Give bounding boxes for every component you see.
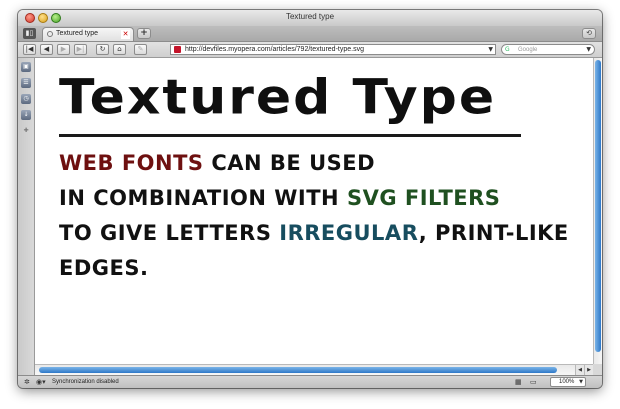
line-1-rest: can be used (203, 151, 376, 175)
window-title: Textured type (285, 12, 335, 21)
page-content: Textured Type Web fonts can be used in c… (35, 58, 593, 364)
zoom-selector[interactable]: 100% ▼ (550, 377, 586, 387)
sidebar-item-notes[interactable]: ☰ (21, 78, 31, 88)
site-icon (174, 46, 181, 53)
highlight-svg-filters: SVG filters (346, 186, 501, 210)
reload-icon: ↻ (99, 45, 106, 53)
search-input[interactable]: Google (518, 45, 537, 55)
scroll-left-button[interactable]: ◀ (575, 365, 584, 375)
panel-sidebar: ▣ ☰ ◷ ↓ ✚ (18, 58, 35, 375)
back-button[interactable]: ◀ (40, 44, 53, 55)
line-3-prefix: to give letters (59, 221, 280, 245)
rewind-button[interactable]: |◀ (23, 44, 36, 55)
wand-icon: ✎ (137, 45, 144, 53)
panel-toggle-button[interactable]: ▮▯ (23, 28, 36, 39)
scroll-right-button[interactable]: ▶ (584, 365, 593, 375)
arrow-right-icon: ▶ (587, 367, 591, 373)
title-bar: Textured type (18, 10, 602, 26)
intro-paragraph: Web fonts can be used in combination wit… (59, 146, 589, 286)
notes-icon: ☰ (23, 79, 29, 86)
chevron-down-icon[interactable]: ▼ (488, 45, 493, 55)
highlight-irregular: irregular (279, 221, 419, 245)
reload-button[interactable]: ↻ (96, 44, 109, 55)
page-images-icon[interactable]: ▦ (515, 378, 522, 386)
vertical-scroll-thumb[interactable] (595, 60, 601, 352)
search-field[interactable]: G Google ▼ (501, 44, 595, 55)
arrow-left-icon: ◀ (578, 367, 582, 373)
panel-icon: ▮▯ (25, 29, 34, 37)
zoom-level: 100% (559, 379, 575, 385)
horizontal-scrollbar[interactable]: ◀ ▶ (35, 364, 593, 375)
clock-icon: ◷ (23, 95, 29, 102)
plus-icon: + (140, 28, 148, 38)
globe-icon (47, 31, 53, 37)
line-2-prefix: in combination with (59, 186, 347, 210)
gear-icon[interactable]: ✲ (24, 378, 30, 386)
tab-textured-type[interactable]: Textured type ✕ (42, 27, 134, 41)
tab-label: Textured type (56, 30, 99, 37)
navigation-bar: |◀ ◀ ▶ ▶| ↻ ⌂ ✎ http://devfiles.myopera.… (18, 42, 602, 58)
fast-forward-button[interactable]: ▶| (74, 44, 87, 55)
home-icon: ⌂ (117, 45, 122, 53)
heading-rule (59, 134, 521, 137)
text-line-1: Web fonts can be used (59, 146, 589, 181)
undo-icon: ⟲ (586, 29, 592, 37)
wand-button[interactable]: ✎ (134, 44, 147, 55)
tab-bar: ▮▯ Textured type ✕ + ⟲ (18, 26, 602, 42)
view-mode-icon[interactable]: ▭ (530, 378, 537, 386)
vertical-scrollbar[interactable] (593, 58, 602, 364)
page-title: Textured Type (59, 70, 497, 126)
home-button[interactable]: ⌂ (113, 44, 126, 55)
closed-tabs-button[interactable]: ⟲ (582, 28, 596, 39)
text-line-4: edges. (59, 251, 589, 286)
fast-forward-icon: ▶| (76, 45, 85, 53)
text-line-2: in combination with SVG filters (59, 181, 589, 216)
sidebar-item-bookmarks[interactable]: ▣ (21, 62, 31, 72)
back-arrow-icon: ◀ (43, 45, 50, 53)
sidebar-item-downloads[interactable]: ↓ (21, 110, 31, 120)
status-bar: ✲ ◉▾ Synchronization disabled ▦ ▭ 100% ▼ (18, 375, 602, 388)
new-tab-button[interactable]: + (137, 28, 151, 39)
search-engine-icon[interactable]: G (505, 46, 513, 53)
close-tab-button[interactable]: ✕ (121, 30, 130, 39)
horizontal-scroll-thumb[interactable] (39, 367, 557, 373)
line-4-prefix: edges. (59, 256, 149, 280)
download-icon: ↓ (23, 111, 29, 118)
highlight-web-fonts: Web fonts (59, 151, 204, 175)
bookmarks-icon: ▣ (23, 63, 29, 70)
forward-arrow-icon: ▶ (60, 45, 67, 53)
browser-window: Textured type ▮▯ Textured type ✕ + ⟲ |◀ … (18, 10, 602, 388)
sync-icon[interactable]: ◉▾ (36, 378, 46, 386)
address-field[interactable]: http://devfiles.myopera.com/articles/792… (170, 44, 496, 55)
sidebar-item-history[interactable]: ◷ (21, 94, 31, 104)
chevron-down-icon[interactable]: ▼ (586, 45, 591, 55)
text-line-3: to give letters irregular, print-like (59, 216, 589, 251)
address-input[interactable]: http://devfiles.myopera.com/articles/792… (185, 45, 364, 55)
plus-icon: ✚ (23, 127, 29, 134)
chevron-down-icon: ▼ (579, 379, 583, 385)
sidebar-item-add-panel[interactable]: ✚ (21, 126, 31, 136)
rewind-icon: |◀ (25, 45, 34, 53)
close-icon: ✕ (122, 30, 129, 38)
sync-status: Synchronization disabled (52, 379, 119, 385)
line-3-rest: , print-like (418, 221, 569, 245)
forward-button[interactable]: ▶ (57, 44, 70, 55)
